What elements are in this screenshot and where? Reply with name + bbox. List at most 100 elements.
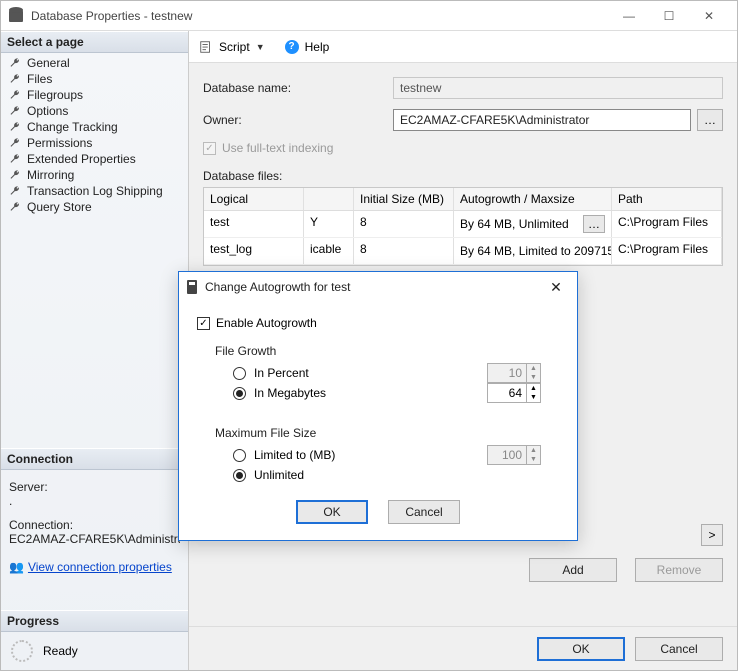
table-row[interactable]: test_logicable8By 64 MB, Limited to 2097… xyxy=(204,238,722,265)
spin-up-icon: ▲ xyxy=(527,446,540,455)
sidebar-page-options[interactable]: Options xyxy=(1,103,188,119)
megabytes-spinner[interactable]: 64▲▼ xyxy=(487,383,541,403)
sidebar-page-general[interactable]: General xyxy=(1,55,188,71)
help-icon: ? xyxy=(285,40,299,54)
dialog-icon xyxy=(187,280,197,294)
col-autogrowth: Autogrowth / Maxsize xyxy=(454,188,612,210)
dbfiles-grid[interactable]: Logical Initial Size (MB) Autogrowth / M… xyxy=(203,187,723,266)
sidebar-page-permissions[interactable]: Permissions xyxy=(1,135,188,151)
sidebar-page-extended-properties[interactable]: Extended Properties xyxy=(1,151,188,167)
sidebar-page-files[interactable]: Files xyxy=(1,71,188,87)
cancel-button[interactable]: Cancel xyxy=(635,637,723,661)
change-autogrowth-dialog: Change Autogrowth for test ✕ ✓ Enable Au… xyxy=(178,271,578,541)
modal-cancel-button[interactable]: Cancel xyxy=(388,500,460,524)
select-page-header: Select a page xyxy=(1,31,188,53)
maximize-button[interactable]: ☐ xyxy=(649,2,689,30)
sidebar-page-transaction-log-shipping[interactable]: Transaction Log Shipping xyxy=(1,183,188,199)
server-label: Server: xyxy=(9,480,180,494)
cell-logical: test xyxy=(204,211,304,237)
page-label: Change Tracking xyxy=(27,120,118,134)
owner-browse-button[interactable]: … xyxy=(697,109,723,131)
sidebar-page-mirroring[interactable]: Mirroring xyxy=(1,167,188,183)
owner-field[interactable]: EC2AMAZ-CFARE5K\Administrator xyxy=(393,109,691,131)
cell-filetype: Y xyxy=(304,211,354,237)
in-percent-label: In Percent xyxy=(254,366,309,380)
unlimited-radio[interactable] xyxy=(233,469,246,482)
sidebar-page-change-tracking[interactable]: Change Tracking xyxy=(1,119,188,135)
page-label: Extended Properties xyxy=(27,152,136,166)
progress-status: Ready xyxy=(43,644,78,658)
modal-close-button[interactable]: ✕ xyxy=(543,276,569,298)
in-percent-radio[interactable] xyxy=(233,367,246,380)
grid-header: Logical Initial Size (MB) Autogrowth / M… xyxy=(204,188,722,211)
fulltext-label: Use full-text indexing xyxy=(222,141,333,155)
sidebar-page-query-store[interactable]: Query Store xyxy=(1,199,188,215)
cell-autogrowth: By 64 MB, Limited to 209715...… xyxy=(454,238,612,264)
help-button[interactable]: Help xyxy=(305,40,330,54)
limited-to-label: Limited to (MB) xyxy=(254,448,335,462)
ok-button[interactable]: OK xyxy=(537,637,625,661)
limited-to-radio[interactable] xyxy=(233,449,246,462)
add-button[interactable]: Add xyxy=(529,558,617,582)
modal-titlebar: Change Autogrowth for test ✕ xyxy=(179,272,577,302)
spin-down-icon: ▼ xyxy=(527,373,540,382)
dialog-footer: OK Cancel xyxy=(189,626,737,670)
col-logical: Logical xyxy=(204,188,304,210)
progress-panel: Ready xyxy=(1,632,188,670)
spin-up-icon: ▲ xyxy=(527,364,540,373)
close-button[interactable]: ✕ xyxy=(689,2,729,30)
script-dropdown-icon[interactable]: ▼ xyxy=(256,42,265,52)
script-button[interactable]: Script xyxy=(219,40,250,54)
wrench-icon xyxy=(9,137,21,149)
script-icon xyxy=(199,40,213,54)
limited-spinner: 100▲▼ xyxy=(487,445,541,465)
wrench-icon xyxy=(9,201,21,213)
minimize-button[interactable]: — xyxy=(609,2,649,30)
page-label: Options xyxy=(27,104,68,118)
wrench-icon xyxy=(9,105,21,117)
cell-path: C:\Program Files xyxy=(612,238,722,264)
dbfiles-label: Database files: xyxy=(203,169,723,183)
max-file-size-label: Maximum File Size xyxy=(215,426,559,440)
file-growth-label: File Growth xyxy=(215,344,559,358)
connection-panel: Server: . Connection: EC2AMAZ-CFARE5K\Ad… xyxy=(1,470,188,580)
page-label: Permissions xyxy=(27,136,92,150)
scroll-right-button[interactable]: > xyxy=(701,524,723,546)
spin-up-icon[interactable]: ▲ xyxy=(527,384,540,393)
view-connection-properties-link[interactable]: View connection properties xyxy=(28,560,172,574)
modal-title: Change Autogrowth for test xyxy=(205,280,535,294)
dbname-label: Database name: xyxy=(203,81,393,95)
autogrowth-edit-button[interactable]: … xyxy=(583,215,605,233)
database-icon xyxy=(9,10,23,22)
page-label: Mirroring xyxy=(27,168,74,182)
cell-filetype: icable xyxy=(304,238,354,264)
col-path: Path xyxy=(612,188,722,210)
percent-spinner: 10▲▼ xyxy=(487,363,541,383)
owner-label: Owner: xyxy=(203,113,393,127)
page-list: General FilesFilegroupsOptions Change Trac… xyxy=(1,53,188,217)
spin-down-icon: ▼ xyxy=(527,455,540,464)
table-row[interactable]: testY8By 64 MB, Unlimited…C:\Program Fil… xyxy=(204,211,722,238)
page-label: General xyxy=(27,56,70,70)
cell-initial-size: 8 xyxy=(354,211,454,237)
spin-down-icon[interactable]: ▼ xyxy=(527,393,540,402)
enable-autogrowth-label: Enable Autogrowth xyxy=(216,316,317,330)
col-filetype xyxy=(304,188,354,210)
page-label: Files xyxy=(27,72,52,86)
cell-path: C:\Program Files xyxy=(612,211,722,237)
progress-header: Progress xyxy=(1,610,188,632)
connection-value: EC2AMAZ-CFARE5K\Administrator xyxy=(9,532,180,546)
wrench-icon xyxy=(9,185,21,197)
col-initial-size: Initial Size (MB) xyxy=(354,188,454,210)
wrench-icon xyxy=(9,73,21,85)
window-title: Database Properties - testnew xyxy=(31,9,609,23)
wrench-icon xyxy=(9,169,21,181)
cell-logical: test_log xyxy=(204,238,304,264)
toolbar: Script ▼ ? Help xyxy=(189,31,737,63)
connection-label: Connection: xyxy=(9,518,180,532)
sidebar-page-filegroups[interactable]: Filegroups xyxy=(1,87,188,103)
people-icon: 👥 xyxy=(9,560,24,574)
enable-autogrowth-checkbox[interactable]: ✓ xyxy=(197,317,210,330)
in-megabytes-radio[interactable] xyxy=(233,387,246,400)
modal-ok-button[interactable]: OK xyxy=(296,500,368,524)
